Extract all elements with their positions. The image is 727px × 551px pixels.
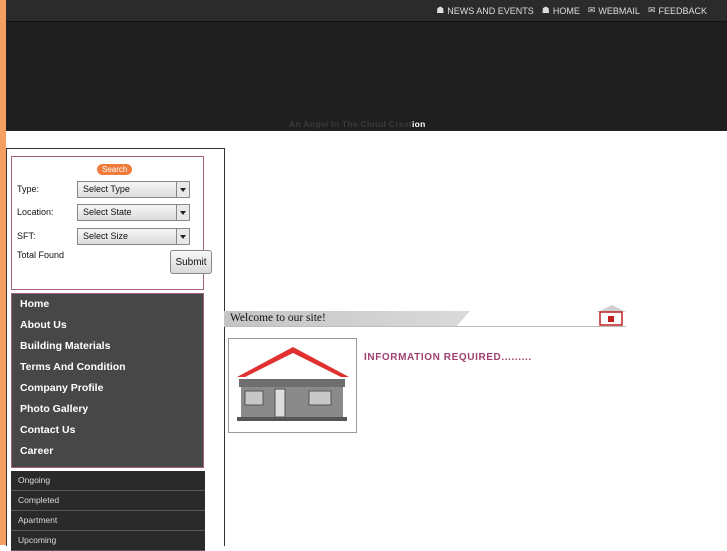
menu-item-terms-and-condition[interactable]: Terms And Condition — [12, 357, 203, 378]
information-required-text: INFORMATION REQUIRED......... — [364, 352, 532, 363]
tagline: An Angel In The Cloud Creation — [289, 119, 426, 129]
mail-icon: ✉ — [647, 5, 656, 15]
menu-item-about-us[interactable]: About Us — [12, 315, 203, 336]
sft-label: SFT: — [17, 231, 36, 241]
submenu-item-ongoing[interactable]: Ongoing — [11, 471, 205, 491]
menu-item-company-profile[interactable]: Company Profile — [12, 378, 203, 399]
menu-item-building-materials[interactable]: Building Materials — [12, 336, 203, 357]
location-select[interactable]: Select State — [77, 204, 190, 221]
topnav-feedback[interactable]: ✉ FEEDBACK — [648, 5, 707, 16]
location-label: Location: — [17, 207, 54, 217]
topnav-webmail[interactable]: ✉ WEBMAIL — [588, 5, 640, 16]
search-badge[interactable]: Search — [97, 164, 133, 175]
submenu-item-apartment[interactable]: Apartment — [11, 511, 205, 531]
welcome-heading: Welcome to our site! — [230, 312, 326, 324]
submit-button[interactable]: Submit — [170, 250, 212, 274]
menu-item-home[interactable]: Home — [12, 294, 203, 315]
menu-item-photo-gallery[interactable]: Photo Gallery — [12, 399, 203, 420]
project-submenu: Ongoing Completed Apartment Upcoming — [11, 471, 205, 551]
chevron-down-icon — [176, 182, 189, 197]
chevron-down-icon — [176, 229, 189, 244]
menu-item-career[interactable]: Career — [12, 441, 203, 462]
main-menu: Home About Us Building Materials Terms A… — [11, 293, 204, 468]
search-panel: Search Type: Select Type Location: Selec… — [11, 156, 212, 290]
home-icon: ☗ — [436, 5, 445, 15]
sft-select-value: Select Size — [83, 231, 129, 241]
tagline-lit: ion — [412, 119, 426, 129]
chevron-down-icon — [176, 205, 189, 220]
submenu-item-completed[interactable]: Completed — [11, 491, 205, 511]
topnav-news-and-events[interactable]: ☗ NEWS AND EVENTS — [436, 5, 534, 16]
home-icon: ☗ — [541, 5, 550, 15]
topnav-label: FEEDBACK — [658, 5, 707, 16]
tagline-dim: An Angel In The Cloud Creat — [289, 119, 413, 129]
total-found-label: Total Found — [17, 250, 65, 260]
topnav-label: HOME — [552, 5, 580, 16]
home-icon[interactable] — [596, 302, 628, 326]
house-image — [228, 338, 357, 433]
type-select[interactable]: Select Type — [77, 181, 190, 198]
left-column: Search Type: Select Type Location: Selec… — [6, 148, 225, 551]
location-select-value: Select State — [83, 207, 132, 217]
topnav-label: NEWS AND EVENTS — [447, 5, 534, 16]
menu-item-contact-us[interactable]: Contact Us — [12, 420, 203, 441]
type-label: Type: — [17, 184, 40, 194]
sft-select[interactable]: Select Size — [77, 228, 190, 245]
submenu-item-upcoming[interactable]: Upcoming — [11, 531, 205, 551]
mail-icon: ✉ — [587, 5, 596, 15]
type-select-value: Select Type — [83, 184, 130, 194]
topnav-home[interactable]: ☗ HOME — [542, 5, 580, 16]
house-icon — [237, 347, 349, 421]
topnav-label: WEBMAIL — [598, 5, 640, 16]
top-navigation: ☗ NEWS AND EVENTS ☗ HOME ✉ WEBMAIL ✉ FEE… — [436, 5, 707, 16]
